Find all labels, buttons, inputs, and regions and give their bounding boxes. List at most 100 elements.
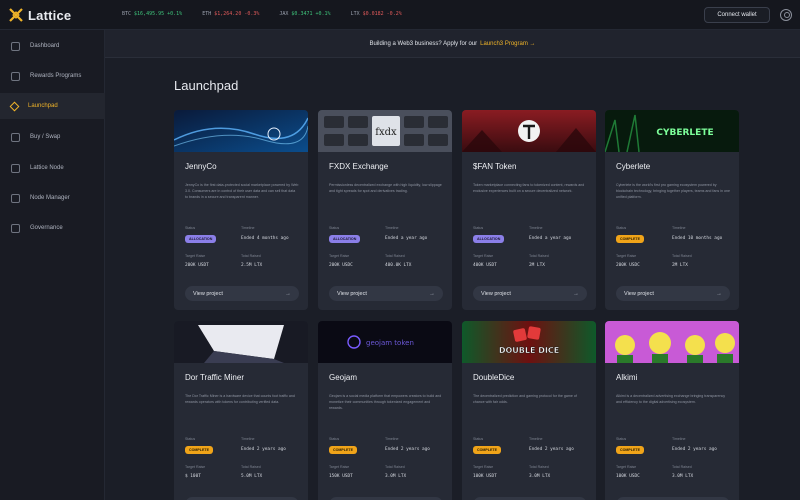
sidebar-item-governance[interactable]: Governance: [0, 215, 105, 241]
ticker-item: ETH $1,264.20 -0.3%: [202, 11, 259, 17]
project-title: Dor Traffic Miner: [185, 373, 244, 382]
ticker-price: $0.3471: [291, 11, 313, 17]
svg-text:fxdx: fxdx: [375, 127, 397, 138]
rocket-icon: [9, 101, 20, 111]
connect-wallet-button[interactable]: Connect wallet: [704, 7, 770, 23]
status-label: Status: [473, 226, 484, 230]
view-project-label: View project: [481, 290, 511, 297]
ticker-change: -0.2%: [386, 11, 402, 17]
project-banner-image: [605, 321, 739, 363]
ticker-price: $0.0182: [362, 11, 384, 17]
sidebar-item-label: Lattice Node: [30, 165, 64, 171]
view-project-button[interactable]: View project →: [329, 286, 443, 301]
project-card-fxdx-exchange[interactable]: fxdx FXDX Exchange Permissionless decent…: [318, 110, 452, 310]
timeline-value: Ended 2 years ago: [672, 447, 717, 452]
sidebar-item-dashboard[interactable]: Dashboard: [0, 33, 105, 59]
page-title: Launchpad: [174, 78, 239, 93]
total-raised-value: 2.5M LTX: [241, 263, 263, 268]
banner-link[interactable]: Launch3 Program →: [480, 41, 535, 47]
target-raise-value: 100K USDC: [616, 474, 640, 479]
project-card-fan-token[interactable]: $FAN Token Token marketplace connecting …: [462, 110, 596, 310]
lattice-logo-icon: [9, 8, 23, 22]
total-raised-label: Total Raised: [241, 254, 261, 258]
status-badge: ALLOCATION: [185, 235, 217, 243]
ticker-item: BTC $16,495.95 +0.1%: [122, 11, 182, 17]
arrow-right-icon: →: [716, 290, 722, 297]
target-raise-label: Target Raise: [329, 254, 350, 258]
total-raised-value: 2M LTX: [672, 263, 688, 268]
project-banner-image: [462, 110, 596, 152]
ticker-change: -0.3%: [244, 11, 260, 17]
sidebar-item-label: Buy / Swap: [30, 134, 61, 140]
ticker-symbol: JAX: [279, 11, 289, 17]
sidebar-item-label: Launchpad: [28, 103, 58, 109]
timeline-value: Ended 2 years ago: [241, 447, 286, 452]
timeline-value: Ended a year ago: [529, 236, 572, 241]
arrow-right-icon: →: [573, 290, 579, 297]
project-card-geojam[interactable]: geojam token Geojam Geojam is a social m…: [318, 321, 452, 500]
sidebar-item-launchpad[interactable]: Launchpad: [0, 93, 105, 119]
view-project-label: View project: [624, 290, 654, 297]
view-project-button[interactable]: View project →: [616, 286, 730, 301]
project-description: Cyberlete is the world's first pro gamin…: [616, 183, 731, 199]
node-icon: [11, 163, 20, 173]
target-raise-label: Target Raise: [616, 254, 637, 258]
ticker-symbol: BTC: [122, 11, 132, 17]
status-badge: COMPLETE: [616, 446, 644, 454]
project-banner-image: [174, 110, 308, 152]
total-raised-label: Total Raised: [385, 254, 405, 258]
arrow-right-icon: →: [429, 290, 435, 297]
ticker-change: +0.1%: [167, 11, 183, 17]
total-raised-value: 5.0M LTX: [241, 474, 263, 479]
total-raised-label: Total Raised: [385, 465, 405, 469]
project-card-alkimi[interactable]: Alkimi Alkimi is a decentralized adverti…: [605, 321, 739, 500]
timeline-value: Ended 10 months ago: [672, 236, 723, 241]
arrow-right-icon: →: [285, 290, 291, 297]
total-raised-label: Total Raised: [672, 254, 692, 258]
svg-text:geojam token: geojam token: [366, 339, 414, 347]
timeline-label: Timeline: [672, 226, 686, 230]
logo[interactable]: Lattice: [9, 7, 71, 23]
user-profile-icon[interactable]: [780, 9, 792, 21]
project-description: The decentralized prediction and gaming …: [473, 394, 577, 404]
project-description: The Dor Traffic Miner is a hardware devi…: [185, 394, 295, 404]
total-raised-value: 2M LTX: [529, 263, 545, 268]
governance-icon: [11, 223, 20, 233]
project-description: Geojam is a social media platform that e…: [329, 394, 442, 410]
svg-text:DOUBLE DICE: DOUBLE DICE: [499, 346, 559, 355]
sidebar-item-label: Governance: [30, 225, 63, 231]
project-banner-image: CYBERLETE: [605, 110, 739, 152]
sidebar-item-rewards[interactable]: Rewards Programs: [0, 63, 105, 89]
project-card-jennyco[interactable]: JennyCo JennyCo is the first data-protec…: [174, 110, 308, 310]
project-title: Geojam: [329, 373, 358, 382]
total-raised-value: 3.0M LTX: [672, 474, 694, 479]
view-project-label: View project: [337, 290, 367, 297]
target-raise-label: Target Raise: [185, 465, 206, 469]
sidebar: Dashboard Rewards Programs Launchpad Buy…: [0, 30, 105, 500]
price-ticker: BTC $16,495.95 +0.1% ETH $1,264.20 -0.3% JAX…: [122, 11, 402, 17]
project-description: Permissionless decentralized exchange wi…: [329, 183, 442, 193]
sidebar-item-lattice-node[interactable]: Lattice Node: [0, 155, 105, 181]
status-label: Status: [329, 226, 340, 230]
sidebar-item-label: Rewards Programs: [30, 73, 82, 79]
total-raised-value: 3.0M LTX: [385, 474, 407, 479]
total-raised-value: 400.0K LTX: [385, 263, 412, 268]
sidebar-item-node-manager[interactable]: Node Manager: [0, 185, 105, 211]
target-raise-value: 200K USDC: [329, 263, 353, 268]
timeline-label: Timeline: [529, 437, 543, 441]
timeline-label: Timeline: [241, 226, 255, 230]
project-card-cyberlete[interactable]: CYBERLETE Cyberlete Cyberlete is the wor…: [605, 110, 739, 310]
view-project-button[interactable]: View project →: [473, 286, 587, 301]
target-raise-label: Target Raise: [616, 465, 637, 469]
sidebar-item-buy-swap[interactable]: Buy / Swap: [0, 124, 105, 150]
view-project-button[interactable]: View project →: [185, 286, 299, 301]
status-label: Status: [473, 437, 484, 441]
timeline-value: Ended 2 years ago: [529, 447, 574, 452]
project-card-dor-traffic-miner[interactable]: Dor Traffic Miner The Dor Traffic Miner …: [174, 321, 308, 500]
project-card-doubledice[interactable]: DOUBLE DICE DoubleDice The decentralized…: [462, 321, 596, 500]
ticker-item: LTX $0.0182 -0.2%: [351, 11, 402, 17]
project-description: JennyCo is the first data-protected soci…: [185, 183, 299, 199]
rewards-icon: [11, 71, 20, 81]
timeline-label: Timeline: [529, 226, 543, 230]
timeline-label: Timeline: [385, 437, 399, 441]
